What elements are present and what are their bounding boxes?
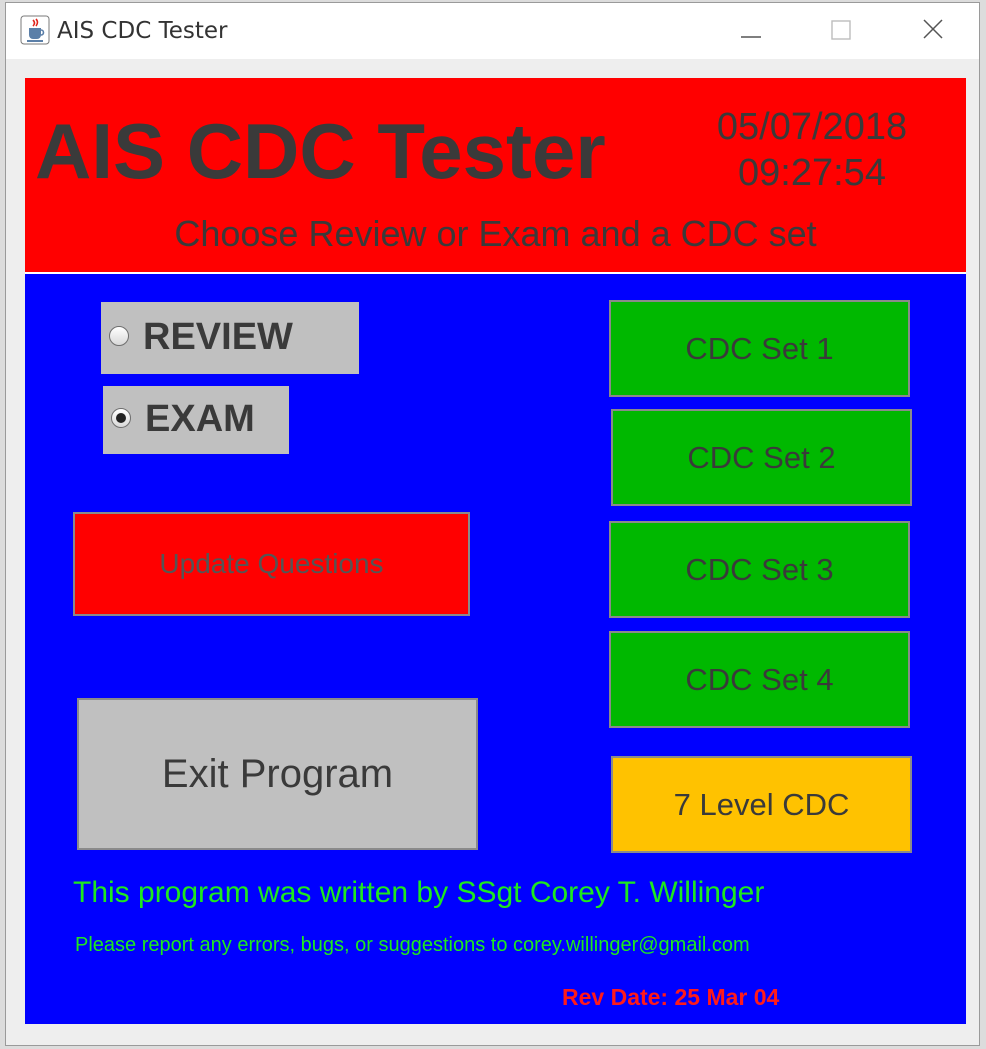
report-contact: Please report any errors, bugs, or sugge… bbox=[75, 934, 750, 956]
exit-program-button[interactable]: Exit Program bbox=[77, 698, 478, 850]
exam-radio-label[interactable]: EXAM bbox=[145, 398, 255, 441]
review-radio-option[interactable]: REVIEW bbox=[101, 302, 359, 374]
instructions-text: Choose Review or Exam and a CDC set bbox=[174, 213, 817, 254]
revision-date: Rev Date: 25 Mar 04 bbox=[562, 984, 780, 1010]
close-icon[interactable] bbox=[910, 11, 956, 51]
title-bar[interactable]: AIS CDC Tester bbox=[6, 3, 979, 59]
maximize-icon[interactable] bbox=[818, 11, 864, 51]
app-window: AIS CDC Tester AIS CDC Tester 05/07/2018… bbox=[5, 2, 980, 1046]
main-panel: AIS CDC Tester 05/07/2018 09:27:54 Choos… bbox=[25, 78, 966, 1024]
exam-radio-option[interactable]: EXAM bbox=[103, 386, 289, 454]
seven-level-cdc-button[interactable]: 7 Level CDC bbox=[611, 756, 912, 853]
header-banner: AIS CDC Tester 05/07/2018 09:27:54 Choos… bbox=[25, 78, 966, 274]
window-title: AIS CDC Tester bbox=[57, 18, 228, 44]
review-radio-label[interactable]: REVIEW bbox=[143, 316, 293, 359]
cdc-set-2-button[interactable]: CDC Set 2 bbox=[611, 409, 912, 506]
current-date: 05/07/2018 bbox=[716, 106, 908, 148]
cdc-set-4-button[interactable]: CDC Set 4 bbox=[609, 631, 910, 728]
minimize-icon[interactable] bbox=[728, 11, 774, 51]
author-credit: This program was written by SSgt Corey T… bbox=[73, 876, 765, 909]
cdc-set-1-button[interactable]: CDC Set 1 bbox=[609, 300, 910, 397]
update-questions-button[interactable]: Update Questions bbox=[73, 512, 470, 616]
app-heading: AIS CDC Tester bbox=[35, 107, 606, 195]
java-app-icon bbox=[20, 15, 50, 45]
current-time: 09:27:54 bbox=[738, 152, 886, 194]
cdc-set-3-button[interactable]: CDC Set 3 bbox=[609, 521, 910, 618]
review-radio-button[interactable] bbox=[109, 326, 129, 346]
exam-radio-button[interactable] bbox=[111, 408, 131, 428]
